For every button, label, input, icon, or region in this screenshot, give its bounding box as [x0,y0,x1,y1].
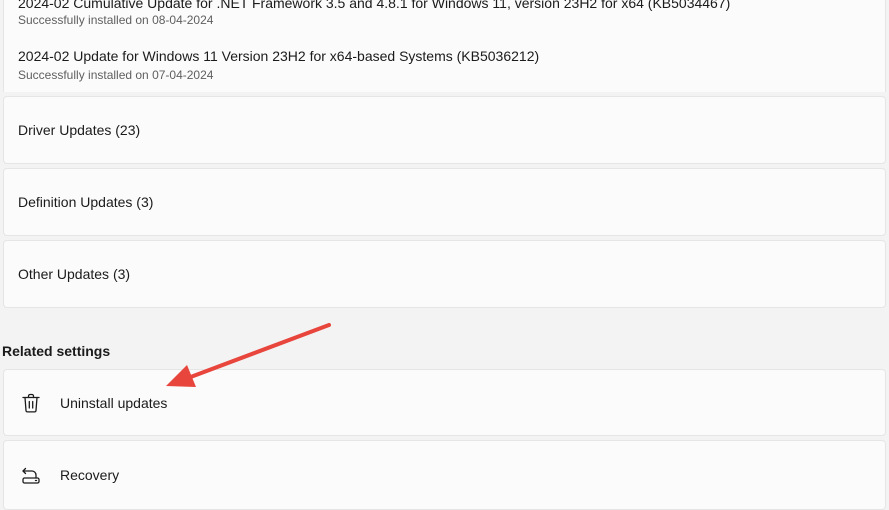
other-updates-label: Other Updates (3) [18,266,131,282]
update-item: 2024-02 Update for Windows 11 Version 23… [18,48,878,84]
update-item-status: Successfully installed on 08-04-2024 [18,13,214,27]
driver-updates-row[interactable]: Driver Updates (23) [3,96,886,164]
trash-icon [20,392,42,414]
update-item-title: 2024-02 Update for Windows 11 Version 23… [18,48,540,64]
definition-updates-label: Definition Updates (3) [18,194,154,210]
recovery-label: Recovery [60,467,120,483]
driver-updates-label: Driver Updates (23) [18,122,141,138]
other-updates-row[interactable]: Other Updates (3) [3,240,886,308]
related-settings-heading: Related settings [2,343,111,359]
update-item: 2024-02 Cumulative Update for .NET Frame… [18,0,878,27]
uninstall-updates-row[interactable]: Uninstall updates [3,369,886,436]
update-history-list: 2024-02 Cumulative Update for .NET Frame… [3,0,886,92]
recovery-icon [20,464,42,486]
definition-updates-row[interactable]: Definition Updates (3) [3,168,886,236]
uninstall-updates-label: Uninstall updates [60,394,168,411]
update-item-title: 2024-02 Cumulative Update for .NET Frame… [18,0,731,11]
update-item-status: Successfully installed on 07-04-2024 [18,68,214,82]
